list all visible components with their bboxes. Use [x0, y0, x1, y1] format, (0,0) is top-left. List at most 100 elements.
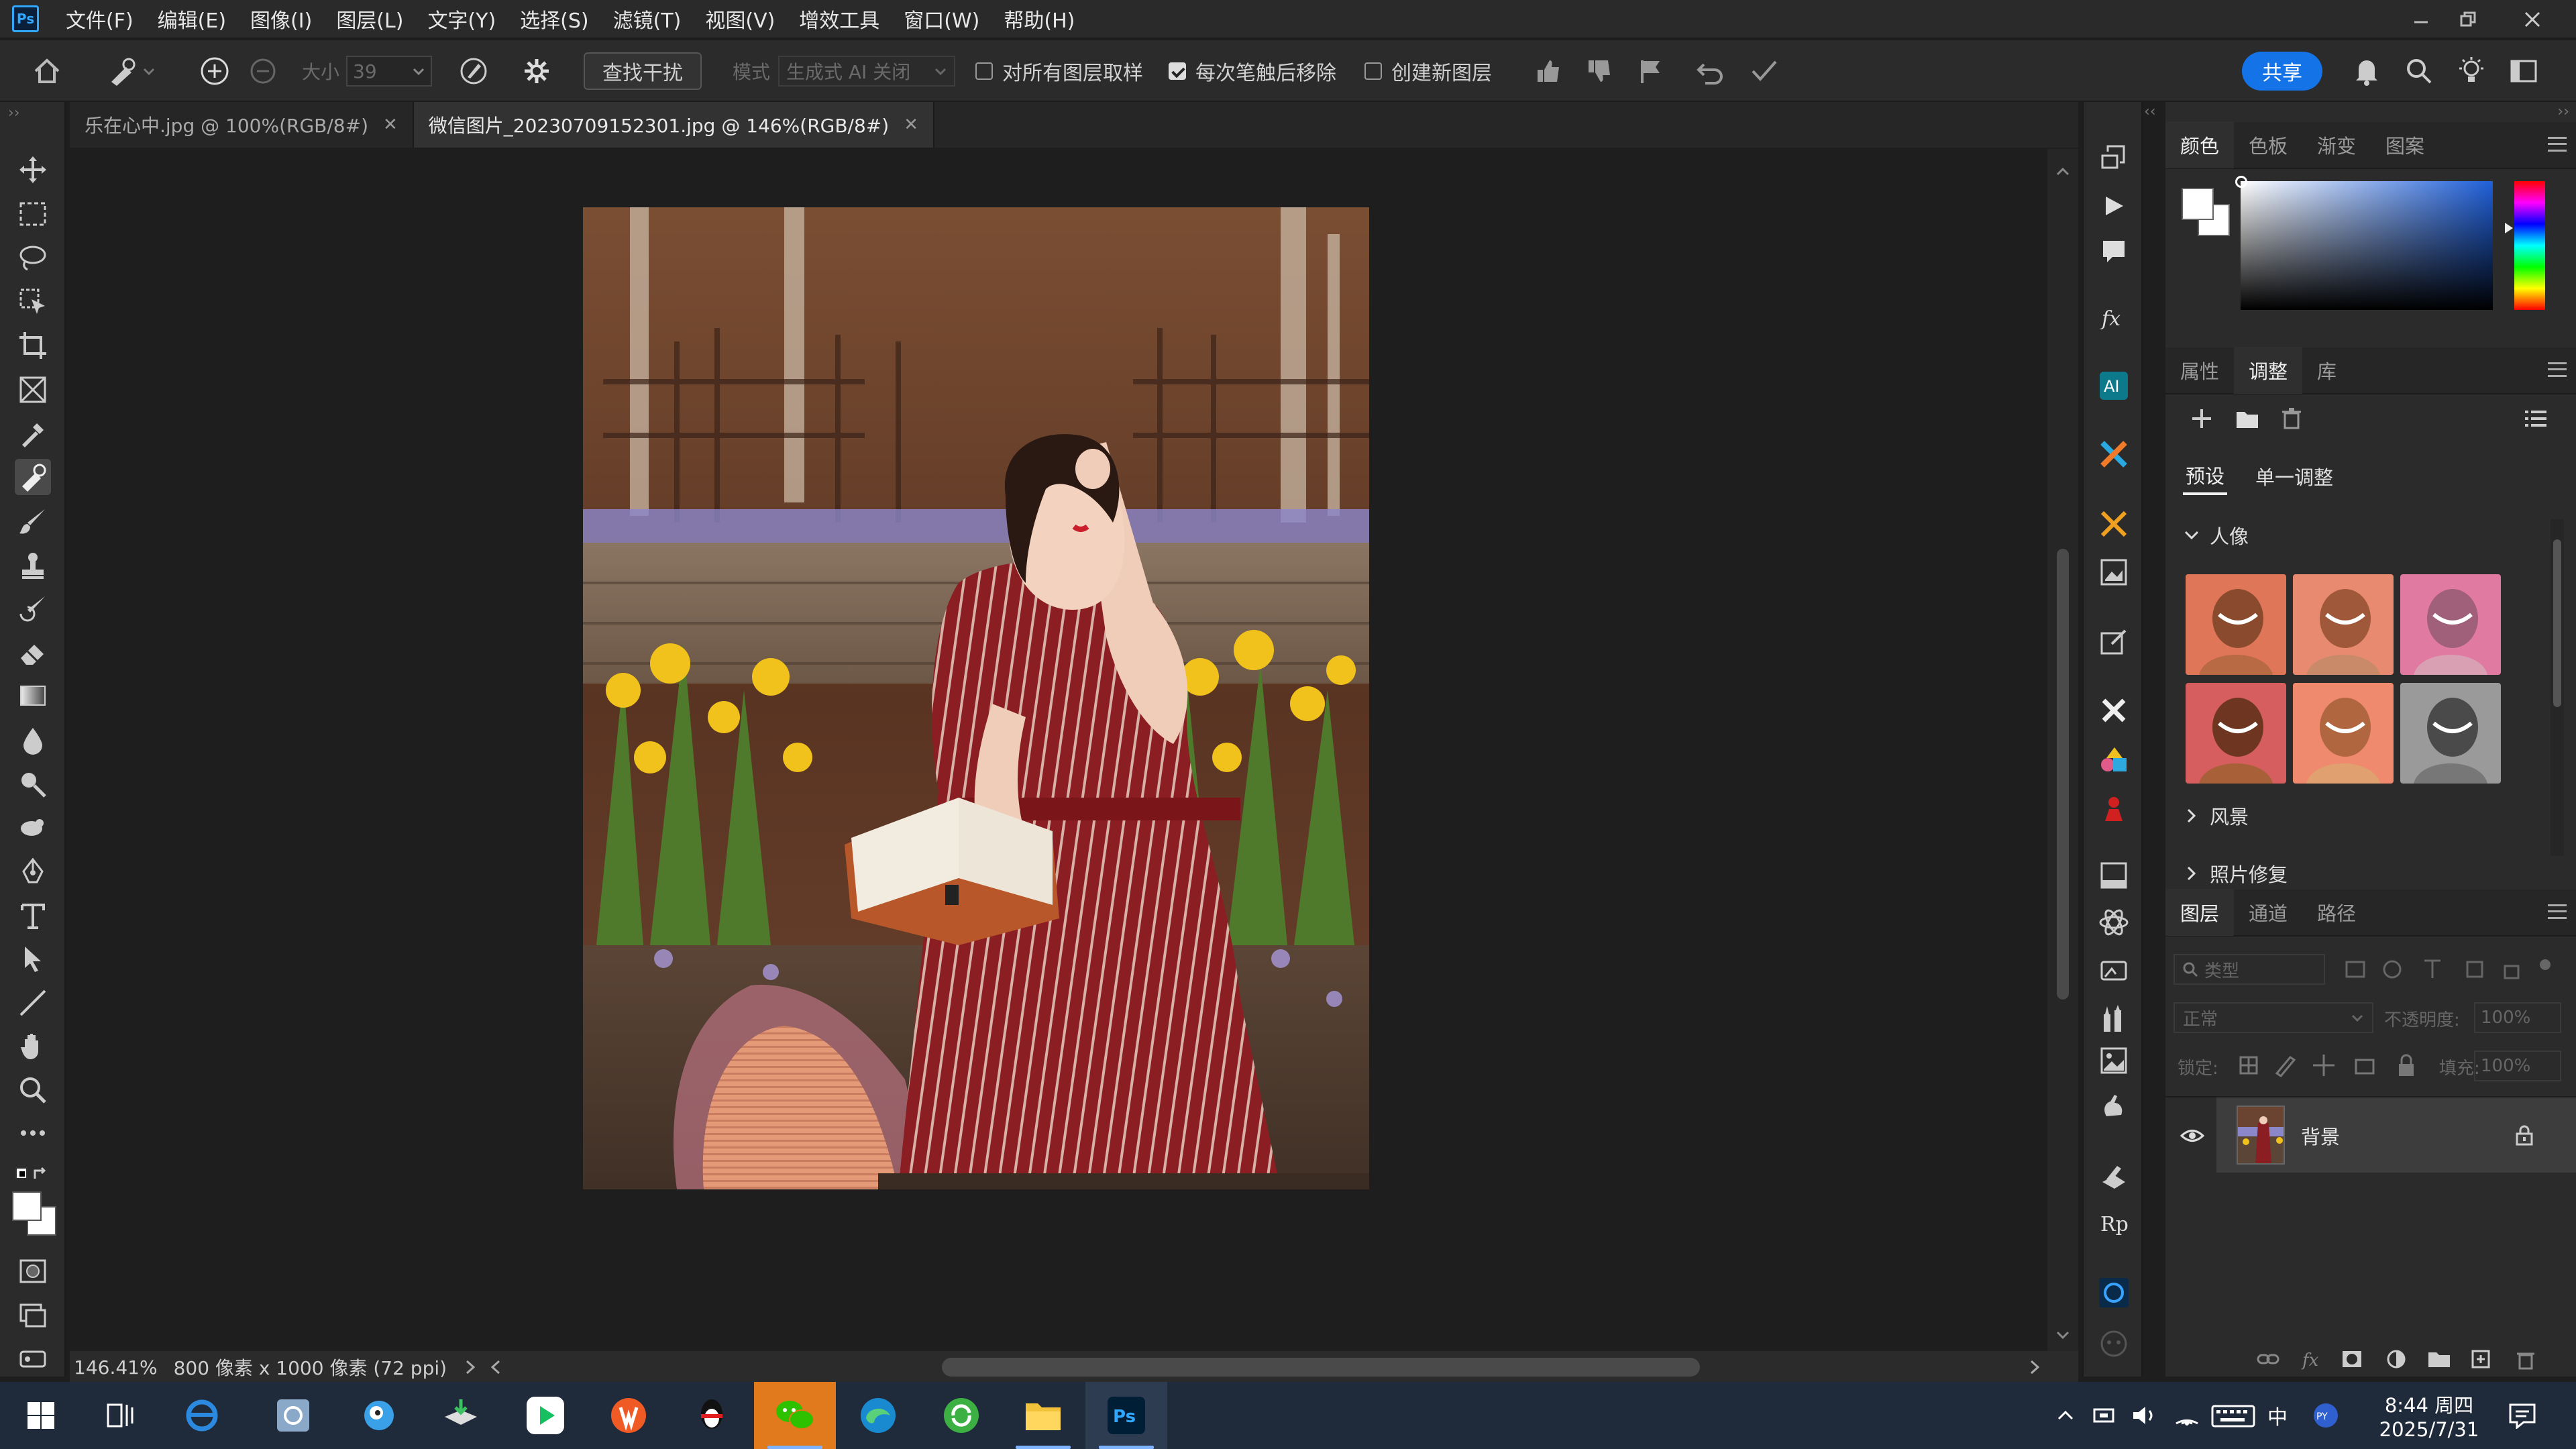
taskbar-photoshop[interactable]: Ps	[1085, 1382, 1167, 1449]
remove-tool[interactable]	[15, 459, 51, 495]
document-tab-active[interactable]: 微信图片_20230709152301.jpg @ 146%(RGB/8#) ✕	[413, 102, 934, 148]
hand-tool[interactable]	[15, 1028, 51, 1064]
blur-tool[interactable]	[15, 722, 51, 758]
actions-panel-button[interactable]	[2093, 185, 2135, 227]
plugin-card-button[interactable]	[2093, 950, 2135, 991]
plugin-brushes-button[interactable]	[2093, 998, 2135, 1040]
search-button[interactable]	[2399, 40, 2439, 102]
notifications-button[interactable]	[2347, 40, 2387, 102]
tab-adjustments[interactable]: 调整	[2234, 347, 2303, 394]
add-icon[interactable]	[2190, 407, 2214, 431]
commit-button[interactable]	[1744, 40, 1784, 102]
taskbar-app-bird[interactable]	[338, 1382, 420, 1449]
plugin-shapes-button[interactable]	[2093, 739, 2135, 781]
tool-preset-picker[interactable]	[94, 40, 168, 102]
menu-view[interactable]: 视图(V)	[693, 4, 787, 34]
brush-add-mode-button[interactable]	[196, 40, 233, 102]
close-tab-icon[interactable]: ✕	[904, 115, 918, 135]
plugin-rp-button[interactable]: Rp	[2093, 1202, 2135, 1244]
zoom-tool[interactable]	[15, 1072, 51, 1108]
eyedropper-tool[interactable]	[15, 416, 51, 452]
history-brush-tool[interactable]	[15, 590, 51, 627]
eraser-tool[interactable]	[15, 635, 51, 671]
horizontal-scroll-thumb[interactable]	[942, 1358, 1700, 1377]
size-field[interactable]: 39	[346, 40, 432, 102]
plugin-frame-button[interactable]	[2093, 855, 2135, 896]
discover-button[interactable]	[2451, 40, 2491, 102]
plugin-circle-button[interactable]	[2093, 1272, 2135, 1313]
menu-image[interactable]: 图像(I)	[238, 4, 324, 34]
history-panel-button[interactable]	[2093, 136, 2135, 177]
screen-mode-button[interactable]	[15, 1297, 51, 1334]
plugin-image-button[interactable]	[2093, 551, 2135, 593]
tab-properties[interactable]: 属性	[2165, 347, 2234, 394]
tab-channels[interactable]: 通道	[2234, 889, 2302, 936]
menu-help[interactable]: 帮助(H)	[991, 4, 1087, 34]
lasso-tool[interactable]	[15, 239, 51, 276]
plugin-red-button[interactable]	[2093, 789, 2135, 830]
taskbar-app-wechat[interactable]	[754, 1382, 836, 1449]
chevron-right-icon[interactable]	[460, 1357, 480, 1377]
layer-name[interactable]: 背景	[2301, 1122, 2340, 1150]
lock-options[interactable]	[2238, 1052, 2432, 1079]
menu-select[interactable]: 选择(S)	[508, 4, 600, 34]
start-button[interactable]	[0, 1382, 82, 1449]
plugin-mask-button[interactable]	[2093, 1323, 2135, 1364]
vertical-scrollbar[interactable]	[2047, 149, 2078, 1351]
document-image[interactable]	[583, 207, 1369, 1189]
scroll-thumb[interactable]	[2057, 549, 2069, 1000]
move-tool[interactable]	[15, 152, 51, 188]
tray-wifi[interactable]	[2174, 1382, 2200, 1449]
plugin-atom-button[interactable]	[2093, 902, 2135, 943]
taskbar-app-video[interactable]	[504, 1382, 586, 1449]
mode-dropdown[interactable]: 生成式 AI 关闭	[778, 40, 955, 102]
tab-gradients[interactable]: 渐变	[2302, 121, 2371, 168]
path-selection-tool[interactable]	[15, 941, 51, 977]
panel-menu-icon[interactable]	[2548, 137, 2567, 152]
section-portrait[interactable]: 人像	[2183, 522, 2249, 549]
dodge-tool[interactable]	[15, 766, 51, 802]
plugin-gallery-button[interactable]	[2093, 1040, 2135, 1081]
expand-panels-icon[interactable]: ››	[2557, 103, 2569, 120]
settings-button[interactable]	[517, 40, 557, 102]
section-landscape[interactable]: 风景	[2183, 802, 2249, 829]
taskbar-ie[interactable]	[161, 1382, 243, 1449]
preset-thumbnail[interactable]	[2186, 574, 2286, 675]
tray-network-usb[interactable]	[2090, 1382, 2117, 1449]
comments-panel-button[interactable]	[2093, 231, 2135, 272]
close-tab-icon[interactable]: ✕	[383, 115, 398, 135]
taskbar-app-green[interactable]	[920, 1382, 1002, 1449]
share-button[interactable]: 共享	[2239, 40, 2325, 102]
trash-icon[interactable]	[2281, 407, 2302, 429]
plugin-edit-button[interactable]	[2093, 621, 2135, 663]
scroll-up-icon[interactable]	[2047, 161, 2078, 181]
menu-filter[interactable]: 滤镜(T)	[601, 4, 694, 34]
hue-slider[interactable]	[2514, 181, 2545, 310]
menu-window[interactable]: 窗口(W)	[892, 4, 991, 34]
collapse-toggle-icon[interactable]: ››	[8, 105, 20, 121]
create-new-layer-checkbox[interactable]: 创建新图层	[1364, 40, 1505, 102]
brush-subtract-mode-button[interactable]	[244, 40, 282, 102]
restore-button[interactable]	[2438, 0, 2498, 39]
preset-thumbnail[interactable]	[2186, 683, 2286, 784]
color-picker-handle[interactable]	[2235, 176, 2247, 188]
collapse-panels-icon[interactable]: ‹‹	[2144, 103, 2156, 120]
preset-thumbnail[interactable]	[2400, 683, 2501, 784]
foreground-color-swatch[interactable]	[2182, 188, 2214, 220]
gradient-tool[interactable]	[15, 678, 51, 714]
remove-after-stroke-checkbox[interactable]: 每次笔触后移除	[1169, 40, 1350, 102]
swap-colors[interactable]	[15, 1154, 51, 1190]
taskbar-edge[interactable]	[837, 1382, 919, 1449]
folder-icon[interactable]	[2235, 408, 2259, 429]
preset-thumbnail[interactable]	[2400, 574, 2501, 675]
eye-icon[interactable]	[2180, 1127, 2204, 1144]
pressure-size-button[interactable]	[453, 40, 494, 102]
layer-row[interactable]: 背景	[2216, 1097, 2576, 1173]
task-view-button[interactable]	[79, 1382, 161, 1449]
clock[interactable]: 8:44 周四 2025/7/31	[2365, 1382, 2493, 1449]
quick-mask-button[interactable]	[15, 1253, 51, 1289]
more-tools[interactable]	[15, 1115, 51, 1151]
tray-volume[interactable]	[2131, 1382, 2157, 1449]
home-button[interactable]	[27, 40, 67, 102]
frame-tool[interactable]	[15, 372, 51, 408]
